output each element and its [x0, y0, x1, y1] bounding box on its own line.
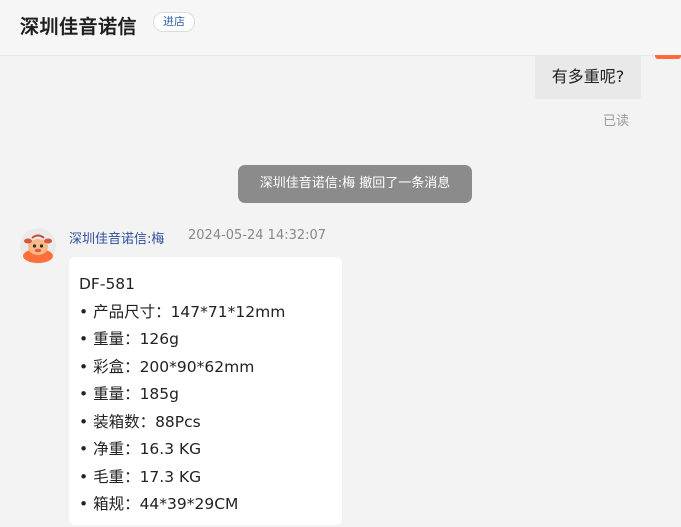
- enter-shop-button[interactable]: 进店: [153, 12, 195, 32]
- outgoing-message[interactable]: 有多重呢?: [535, 55, 641, 99]
- mascot-avatar-icon[interactable]: [20, 228, 56, 264]
- corner-accent: [655, 55, 681, 59]
- message-line: • 净重：16.3 KG: [79, 440, 202, 458]
- message-line: • 毛重：17.3 KG: [79, 467, 202, 486]
- incoming-message[interactable]: DF-581 • 产品尺寸：147*71*12mm • 重量：126g • 彩盒…: [69, 257, 342, 525]
- message-line: DF-581: [79, 275, 136, 293]
- chat-header: 深圳佳音诺信 进店: [0, 0, 681, 56]
- sender-name[interactable]: 深圳佳音诺信:梅: [69, 228, 164, 247]
- shop-name[interactable]: 深圳佳音诺信: [20, 12, 137, 39]
- message-line: • 彩盒：200*90*62mm: [79, 357, 255, 376]
- message-line: • 箱规：44*39*29CM: [79, 495, 239, 513]
- read-status: 已读: [603, 114, 630, 129]
- message-line: • 重量：185g: [79, 385, 179, 403]
- message-line: • 重量：126g: [79, 330, 179, 348]
- recall-notice: 深圳佳音诺信:梅 撤回了一条消息: [238, 165, 472, 203]
- message-line: • 装箱数：88Pcs: [79, 412, 201, 431]
- message-line: • 产品尺寸：147*71*12mm: [79, 302, 286, 321]
- message-timestamp: 2024-05-24 14:32:07: [188, 228, 327, 243]
